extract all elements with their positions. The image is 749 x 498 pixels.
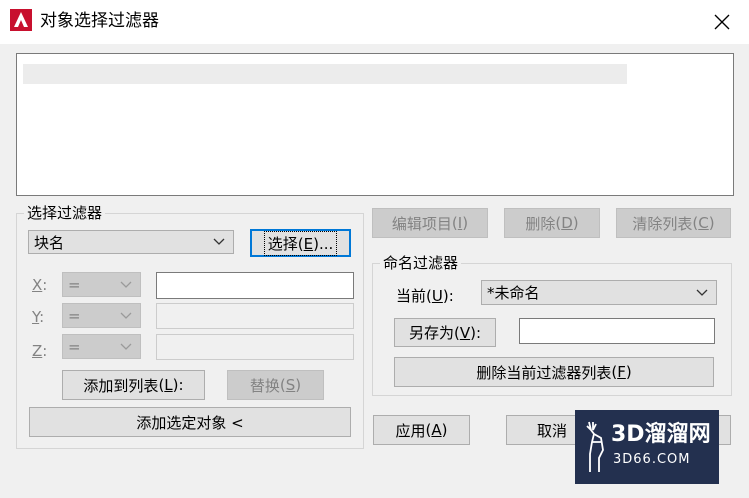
x-operator-combo[interactable]: = <box>62 272 141 297</box>
y-operator-combo[interactable]: = <box>62 303 141 328</box>
x-value-input[interactable] <box>156 272 354 299</box>
x-label: X: <box>32 276 48 294</box>
chevron-down-icon <box>120 312 132 319</box>
save-as-button[interactable]: 另存为(V): <box>394 318 496 347</box>
autocad-logo-icon <box>10 9 32 31</box>
filter-list-box[interactable] <box>16 53 734 196</box>
current-filter-label: 当前(U): <box>396 287 454 305</box>
y-label: Y: <box>32 308 45 326</box>
deer-icon <box>586 421 604 472</box>
add-selected-object-button[interactable]: 添加选定对象 < <box>29 407 351 437</box>
add-to-list-button[interactable]: 添加到列表(L): <box>62 370 205 400</box>
current-filter-combo[interactable]: *未命名 <box>481 280 717 305</box>
filter-type-combo[interactable]: 块名 <box>28 230 234 254</box>
delete-current-filter-list-button[interactable]: 删除当前过滤器列表(F) <box>394 357 714 387</box>
clear-list-button[interactable]: 清除列表(C) <box>616 208 731 238</box>
select-button[interactable]: 选择(E)... <box>250 229 351 257</box>
window-title: 对象选择过滤器 <box>40 11 159 31</box>
chevron-down-icon <box>696 289 708 296</box>
filter-list-highlight-row[interactable] <box>23 64 627 84</box>
save-as-name-input[interactable] <box>519 318 715 344</box>
z-operator-combo[interactable]: = <box>62 334 141 359</box>
chevron-down-icon <box>120 281 132 288</box>
z-operator-value: = <box>68 337 81 356</box>
z-value-input[interactable] <box>156 334 354 360</box>
named-filter-group-title: 命名过滤器 <box>380 254 462 272</box>
y-value-input[interactable] <box>156 303 354 329</box>
watermark-title: 3D溜溜网 <box>611 422 711 447</box>
select-filter-group-title: 选择过滤器 <box>24 204 106 222</box>
filter-type-value: 块名 <box>34 233 65 252</box>
z-label: Z: <box>32 342 48 360</box>
delete-button[interactable]: 删除(D) <box>504 208 600 238</box>
close-icon <box>714 14 730 30</box>
replace-button[interactable]: 替换(S) <box>227 370 324 400</box>
current-filter-value: *未命名 <box>487 284 540 302</box>
x-operator-value: = <box>68 275 81 294</box>
edit-item-button[interactable]: 编辑项目(I) <box>372 208 488 238</box>
watermark-url: 3D66.COM <box>613 452 691 467</box>
close-button[interactable] <box>708 9 736 35</box>
chevron-down-icon <box>213 238 225 245</box>
watermark-logo: 3D溜溜网 3D66.COM <box>575 410 719 484</box>
chevron-down-icon <box>120 343 132 350</box>
y-operator-value: = <box>68 306 81 325</box>
apply-button[interactable]: 应用(A) <box>373 415 470 445</box>
